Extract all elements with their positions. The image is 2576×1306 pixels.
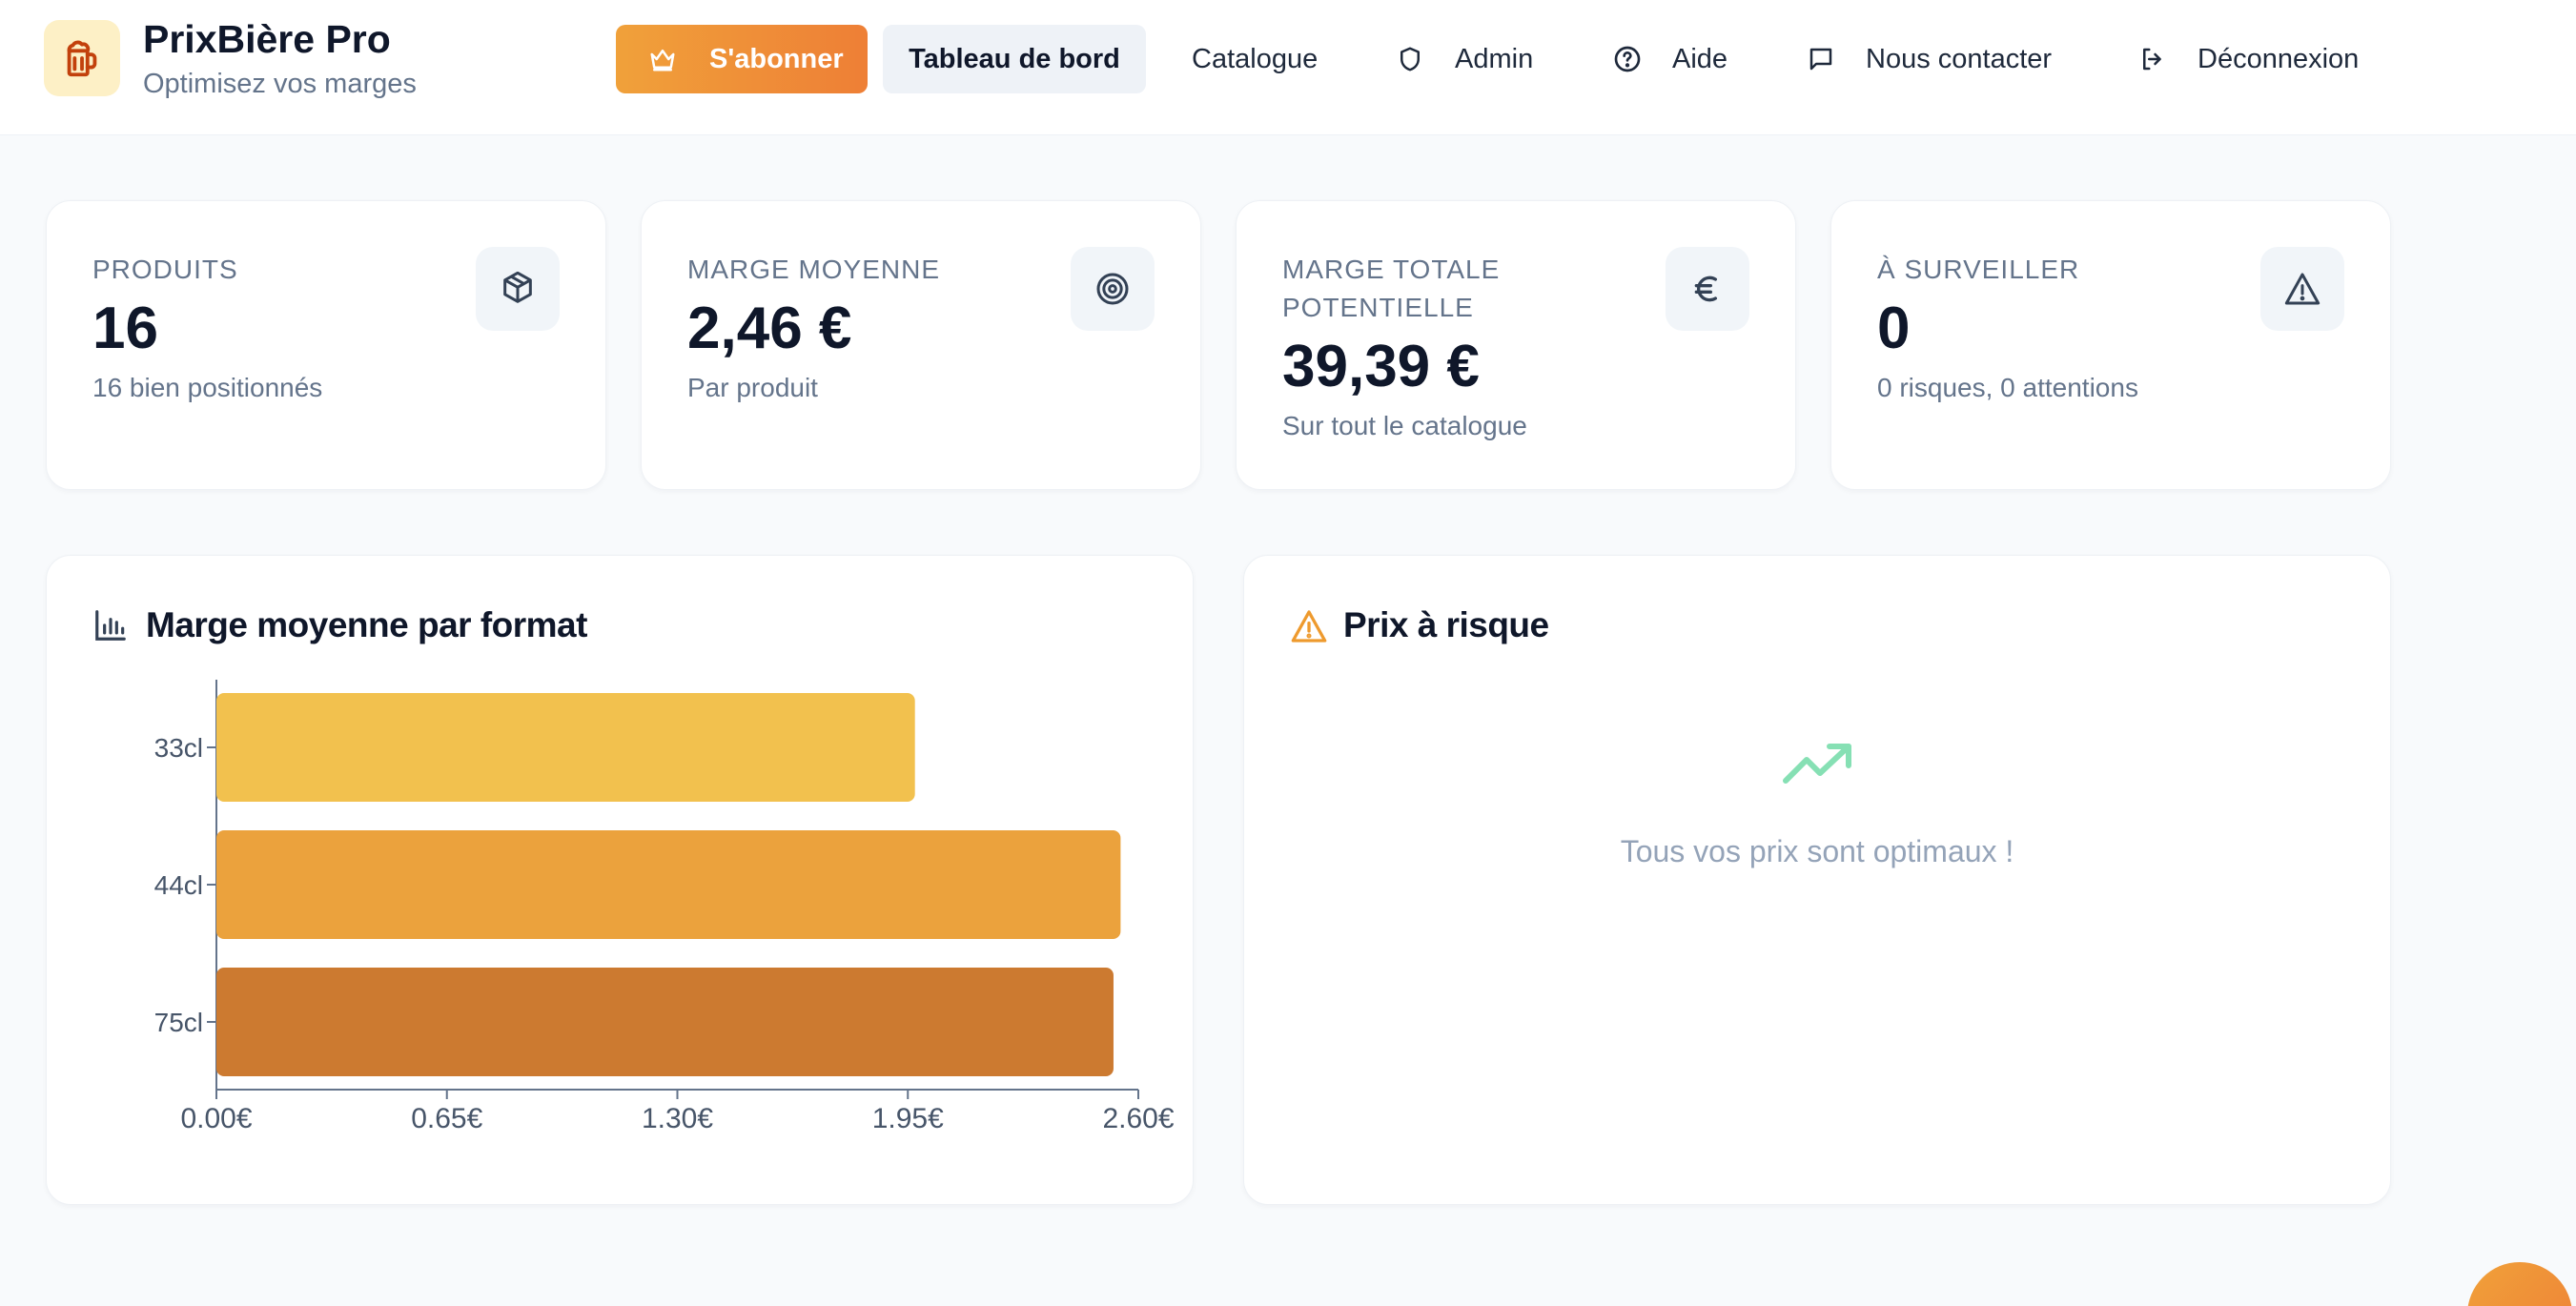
nav-admin-label: Admin — [1455, 43, 1534, 74]
floating-action-button[interactable] — [2467, 1262, 2572, 1306]
top-navigation-bar: PrixBière Pro Optimisez vos marges S'abo… — [0, 0, 2576, 135]
nav-catalogue[interactable]: Catalogue — [1192, 25, 1318, 93]
alert-triangle-icon — [1290, 607, 1328, 650]
beer-mug-logo-icon[interactable] — [44, 20, 120, 96]
logout-label: Déconnexion — [2198, 43, 2360, 74]
stat-card-to-monitor: À SURVEILLER 0 0 risques, 0 attentions — [1830, 200, 2391, 490]
stat-subtext: Sur tout le catalogue — [1282, 411, 1527, 440]
chart-category-label: 33cl — [154, 733, 203, 763]
chart-bar-33cl — [216, 693, 915, 802]
chart-x-tick-label: 2.60€ — [1102, 1103, 1174, 1134]
trending-up-icon — [1782, 743, 1854, 793]
panel-title: Prix à risque — [1343, 605, 1549, 644]
chart-x-tick-label: 0.00€ — [180, 1103, 252, 1134]
stat-value: 0 — [1877, 296, 1911, 361]
subscribe-button[interactable]: S'abonner — [616, 25, 868, 93]
logout-icon — [2136, 43, 2169, 75]
chart-category-label: 75cl — [154, 1008, 203, 1037]
chart-bar-75cl — [216, 968, 1114, 1076]
stat-card-products: PRODUITS 16 16 bien positionnés — [46, 200, 606, 490]
nav-admin[interactable]: Admin — [1394, 25, 1533, 93]
shield-icon — [1394, 43, 1426, 75]
nav-dashboard-label: Tableau de bord — [909, 43, 1120, 74]
brand-subtitle: Optimisez vos marges — [143, 69, 417, 99]
help-circle-icon — [1611, 43, 1644, 75]
stat-label: PRODUITS — [92, 255, 238, 284]
stat-subtext: 0 risques, 0 attentions — [1877, 373, 2138, 402]
nav-contact-label: Nous contacter — [1866, 43, 2053, 74]
brand-title: PrixBière Pro — [143, 17, 391, 61]
package-icon — [476, 247, 560, 331]
chart-x-tick-label: 1.30€ — [642, 1103, 713, 1134]
nav-help[interactable]: Aide — [1611, 25, 1728, 93]
target-icon — [1071, 247, 1155, 331]
stat-subtext: Par produit — [687, 373, 818, 402]
euro-icon — [1666, 247, 1749, 331]
chart-x-tick-label: 1.95€ — [872, 1103, 944, 1134]
stat-subtext: 16 bien positionnés — [92, 373, 323, 402]
stat-label: À SURVEILLER — [1877, 255, 2080, 284]
alert-triangle-icon — [2260, 247, 2344, 331]
crown-icon — [646, 43, 679, 75]
nav-catalogue-label: Catalogue — [1192, 43, 1319, 74]
margin-by-format-chart: 33cl 44cl 75cl 0.00€ 0.65€ 1.30€ 1.95€ 2.60€ — [154, 680, 1175, 1134]
logout-button[interactable]: Déconnexion — [2136, 25, 2359, 93]
stat-card-average-margin: MARGE MOYENNE 2,46 € Par produit — [641, 200, 1201, 490]
empty-state-message: Tous vos prix sont optimaux ! — [1620, 834, 2014, 868]
nav-help-label: Aide — [1672, 43, 1728, 74]
stat-label: MARGE MOYENNE — [687, 255, 941, 284]
margin-by-format-panel: Marge moyenne par format 33cl 44cl 75cl 0.0… — [46, 555, 1194, 1205]
nav-contact[interactable]: Nous contacter — [1805, 25, 2052, 93]
chart-x-tick-label: 0.65€ — [411, 1103, 482, 1134]
chart-bar-44cl — [216, 830, 1121, 939]
stat-value: 2,46 € — [687, 296, 852, 361]
chart-category-label: 44cl — [154, 870, 203, 900]
stat-value: 16 — [92, 296, 158, 361]
stat-label: MARGE TOTALE POTENTIELLE — [1282, 255, 1501, 322]
stat-value: 39,39 € — [1282, 334, 1480, 399]
stat-card-total-margin: MARGE TOTALE POTENTIELLE 39,39 € Sur tou… — [1236, 200, 1796, 490]
message-square-icon — [1805, 43, 1837, 75]
subscribe-label: S'abonner — [709, 43, 844, 74]
prices-at-risk-panel: Prix à risque Tous vos prix sont optimau… — [1243, 555, 2391, 1205]
nav-dashboard[interactable]: Tableau de bord — [883, 25, 1146, 93]
